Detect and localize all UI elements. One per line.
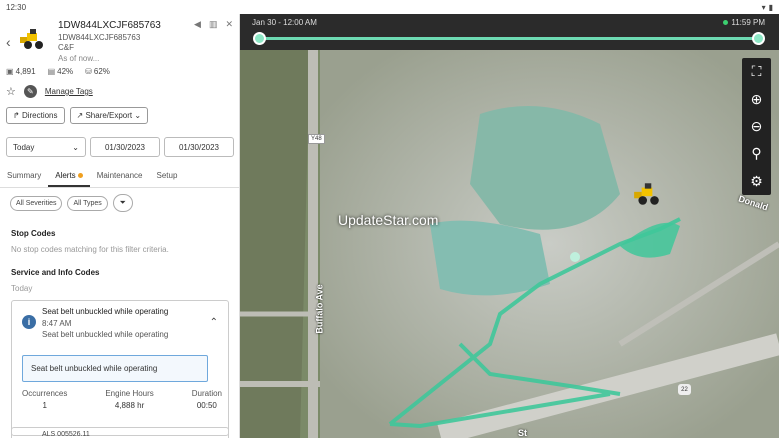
stop-codes-heading: Stop Codes — [11, 229, 56, 238]
service-codes-heading: Service and Info Codes — [11, 268, 100, 277]
machine-marker-icon[interactable] — [632, 182, 662, 206]
timeline-track[interactable] — [260, 37, 758, 40]
timeline-start-handle[interactable] — [253, 32, 266, 45]
location-pin-icon[interactable]: ⚲ — [751, 145, 761, 162]
wheel-loader-icon — [20, 29, 43, 49]
header-actions: ◀ ▥ ✕ — [194, 19, 233, 30]
alert-dot — [77, 173, 83, 179]
fuel-stat: ▤ 42% — [47, 67, 74, 76]
tab-maintenance[interactable]: Maintenance — [90, 166, 150, 187]
timeline-end-handle[interactable] — [752, 32, 765, 45]
tab-summary[interactable]: Summary — [0, 166, 48, 187]
type-filter-chip[interactable]: All Types — [67, 195, 108, 211]
detail-tabs: Summary Alerts Maintenance Setup — [0, 166, 239, 188]
watermark-text: UpdateStar.com — [338, 212, 439, 228]
battery-icon: ▮ — [768, 2, 773, 12]
map-view[interactable]: Jan 30 - 12:00 AM 11:59 PM ⛶ ⊕ ⊖ ⚲ ⚙ Upd… — [240, 14, 779, 438]
share-export-button[interactable]: ↗ Share/Export ⌄ — [69, 107, 149, 124]
map-toolbar: ⛶ ⊕ ⊖ ⚲ ⚙ — [742, 58, 771, 195]
satellite-map — [240, 14, 779, 438]
alert-desc: Seat belt unbuckled while operating — [42, 330, 169, 339]
manage-tags-link[interactable]: Manage Tags — [45, 87, 93, 96]
directions-button[interactable]: ↱ Directions — [6, 107, 65, 124]
chevron-down-icon: ⌄ — [134, 111, 142, 120]
from-date-input[interactable]: 01/30/2023 — [90, 137, 160, 157]
asset-stats: ▣ 4,891 ▤ 42% ⛁ 62% — [6, 67, 110, 76]
asset-header: ‹ 1DW844LXCJF685763 1DW844LXCJF685763 C&… — [0, 14, 239, 66]
directions-icon: ↱ — [13, 111, 20, 120]
road-label-street: St — [518, 428, 527, 438]
date-range-select[interactable]: Today ⌄ — [6, 137, 86, 157]
status-time: 12:30 — [6, 2, 27, 12]
wifi-icon: ▾ — [761, 2, 766, 12]
hours-stat: ▣ 4,891 — [6, 67, 36, 76]
occurrences-metric: Occurrences 1 — [22, 389, 68, 410]
service-codes-day: Today — [11, 284, 33, 293]
settings-gear-icon[interactable]: ⚙ — [750, 173, 763, 190]
star-icon[interactable]: ☆ — [6, 85, 16, 98]
alert-metrics: Occurrences 1 Engine Hours 4,888 hr Durati… — [22, 389, 222, 410]
filter-icon[interactable]: ⏷ — [112, 194, 133, 212]
chevron-down-icon: ⌄ — [72, 142, 79, 152]
share-icon: ↗ — [76, 111, 84, 120]
engine-icon: ▣ — [6, 67, 14, 76]
live-dot-icon — [723, 20, 729, 25]
route-22-shield: 22 — [678, 384, 691, 395]
tab-alerts[interactable]: Alerts — [48, 166, 90, 187]
road-label-buffalo: Buffalo Ave — [314, 284, 325, 334]
alert-card-2[interactable]: ALS 005526.11 — [11, 427, 229, 438]
def-icon: ⛁ — [85, 67, 92, 76]
back-icon[interactable]: ‹ — [6, 34, 11, 50]
zoom-out-icon[interactable]: ⊖ — [751, 118, 763, 135]
route-y48-shield: Y48 — [308, 134, 325, 144]
duration-metric: Duration 00:50 — [191, 389, 222, 410]
def-stat: ⛁ 62% — [85, 67, 110, 76]
edit-icon[interactable]: ✎ — [23, 85, 37, 98]
as-of-text: As of now... — [58, 54, 100, 63]
to-date-input[interactable]: 01/30/2023 — [164, 137, 234, 157]
columns-icon[interactable]: ▥ — [209, 19, 218, 30]
fuel-icon: ▤ — [47, 67, 56, 76]
timeline-bar: Jan 30 - 12:00 AM 11:59 PM — [240, 14, 779, 50]
action-buttons: ↱ Directions ↗ Share/Export ⌄ — [6, 107, 149, 124]
tab-setup[interactable]: Setup — [150, 166, 185, 187]
fullscreen-icon[interactable]: ⛶ — [752, 63, 762, 80]
info-icon: i — [22, 315, 36, 329]
alert-card[interactable]: i Seat belt unbuckled while operating 8:… — [11, 300, 229, 436]
alert-time: 8:47 AM — [42, 319, 72, 328]
speaker-icon[interactable]: ◀ — [194, 19, 201, 30]
zoom-in-icon[interactable]: ⊕ — [751, 91, 763, 108]
timeline-end: 11:59 PM — [723, 18, 765, 27]
status-bar: 12:30 ▾ ▮ — [0, 0, 779, 14]
date-filter-row: Today ⌄ 01/30/2023 01/30/2023 — [6, 137, 234, 157]
close-icon[interactable]: ✕ — [225, 19, 233, 30]
alert-highlight: Seat belt unbuckled while operating — [22, 355, 208, 382]
asset-serial: 1DW844LXCJF685763 — [58, 33, 141, 42]
asset-org: C&F — [58, 43, 74, 52]
alert-title: Seat belt unbuckled while operating — [42, 307, 169, 316]
side-panel: ‹ 1DW844LXCJF685763 1DW844LXCJF685763 C&… — [0, 14, 240, 438]
alert-filters: All Severities All Types ⏷ — [10, 194, 133, 212]
asset-title: 1DW844LXCJF685763 — [58, 20, 161, 31]
tag-row: ☆ ✎ Manage Tags — [6, 85, 93, 98]
severity-filter-chip[interactable]: All Severities — [10, 195, 63, 211]
timeline-start: Jan 30 - 12:00 AM — [252, 18, 317, 27]
status-icons: ▾ ▮ — [762, 3, 773, 12]
stop-codes-empty: No stop codes matching for this filter c… — [11, 245, 169, 254]
engine-hours-metric: Engine Hours 4,888 hr — [105, 389, 154, 410]
chevron-up-icon[interactable]: ⌃ — [210, 317, 218, 328]
